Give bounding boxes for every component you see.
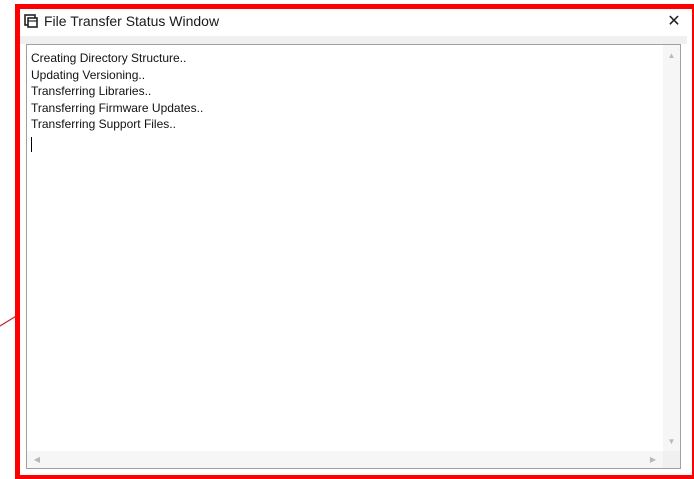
log-line: Transferring Support Files.. <box>31 117 176 131</box>
title-separator <box>20 36 687 44</box>
text-caret <box>31 137 32 152</box>
scrollbar-corner <box>663 451 680 468</box>
log-line: Creating Directory Structure.. <box>31 51 187 65</box>
horizontal-scrollbar[interactable]: ◀ ▶ <box>27 451 663 468</box>
log-line: Updating Versioning.. <box>31 67 146 82</box>
log-lines: Creating Directory Structure.. Updating … <box>31 50 203 133</box>
app-window-icon <box>24 14 38 28</box>
title-bar[interactable]: File Transfer Status Window ✕ <box>20 9 687 35</box>
scroll-up-arrow-icon[interactable]: ▲ <box>663 47 680 63</box>
window-title: File Transfer Status Window <box>44 13 220 29</box>
scroll-left-arrow-icon[interactable]: ◀ <box>29 451 45 468</box>
close-icon: ✕ <box>667 13 681 30</box>
close-button[interactable]: ✕ <box>663 10 685 32</box>
vertical-scrollbar[interactable]: ▲ ▼ <box>663 45 680 451</box>
log-line: Transferring Firmware Updates.. <box>31 100 204 115</box>
screenshot-stage: File Transfer Status Window ✕ Creating D… <box>0 0 694 479</box>
scroll-down-arrow-icon[interactable]: ▼ <box>663 433 680 449</box>
status-log-textarea[interactable]: Creating Directory Structure.. Updating … <box>26 44 681 469</box>
file-transfer-status-window: File Transfer Status Window ✕ Creating D… <box>20 9 687 470</box>
log-line: Transferring Libraries.. <box>31 84 152 98</box>
scroll-right-arrow-icon[interactable]: ▶ <box>645 451 661 468</box>
